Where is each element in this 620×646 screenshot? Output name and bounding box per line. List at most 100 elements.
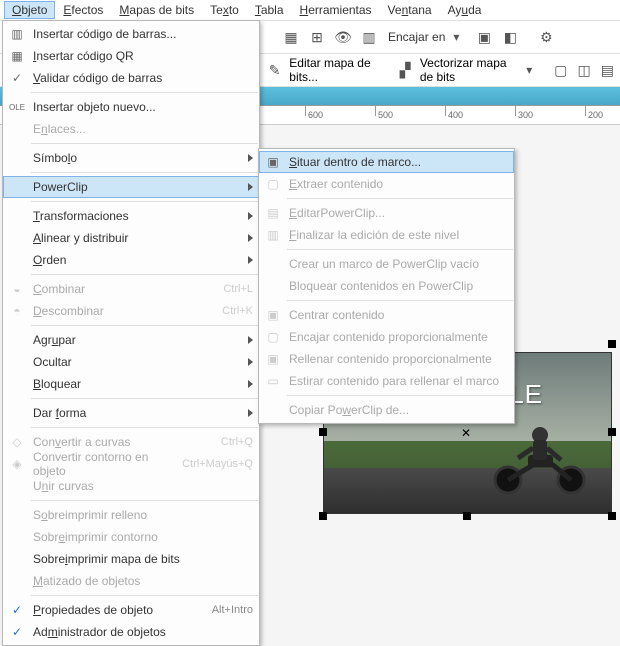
menu-ayuda[interactable]: Ayuda xyxy=(440,1,490,19)
menu-tabla[interactable]: Tabla xyxy=(247,1,292,19)
ole-icon: OLE xyxy=(7,98,27,116)
menuitem-group[interactable]: Agrupar xyxy=(3,329,259,351)
menu-objeto[interactable]: OObjetobjeto xyxy=(4,1,55,19)
submenu-fit-proportional: ▢ Encajar contenido proporcionalmente xyxy=(259,326,514,348)
menu-mapas[interactable]: Mapas de bits xyxy=(111,1,202,19)
outline-icon: ◈ xyxy=(7,455,27,473)
selection-handle[interactable] xyxy=(608,428,616,436)
fill-icon: ▣ xyxy=(263,350,283,368)
menuitem-hide[interactable]: Ocultar xyxy=(3,351,259,373)
stretch-icon: ▭ xyxy=(263,372,283,390)
objeto-dropdown: ▥ Insertar código de barras... ▦ Inserta… xyxy=(2,20,260,646)
submenu-copy-powerclip: Copiar PowerClip de... xyxy=(259,399,514,421)
check-icon: ✓ xyxy=(7,69,27,87)
chevron-right-icon xyxy=(248,380,253,388)
toolbox-icon[interactable]: ▦ xyxy=(280,26,302,48)
submenu-place-inside-frame[interactable]: ▣ Situar dentro de marco... xyxy=(259,151,514,173)
menuitem-lock[interactable]: Bloquear xyxy=(3,373,259,395)
menuitem-join-curves: Unir curvas xyxy=(3,475,259,497)
barcode-icon: ▥ xyxy=(7,25,27,43)
menuitem-symbol[interactable]: Símbolo xyxy=(3,147,259,169)
curves-icon: ◇ xyxy=(7,433,27,451)
trace-bitmap-icon[interactable]: ▞ xyxy=(397,59,414,81)
ruler-tick: 300 xyxy=(518,110,533,120)
combine-icon: ◒ xyxy=(7,280,27,298)
submenu-lock-contents: Bloquear contenidos en PowerClip xyxy=(259,275,514,297)
tool-b-icon[interactable]: ◧ xyxy=(499,26,521,48)
menu-ventana[interactable]: Ventana xyxy=(380,1,440,19)
menuitem-powerclip[interactable]: PowerClip xyxy=(3,176,259,198)
ruler-tick: 500 xyxy=(378,110,393,120)
submenu-create-empty-frame: Crear un marco de PowerClip vacío xyxy=(259,253,514,275)
menuitem-align-distribute[interactable]: Alinear y distribuir xyxy=(3,227,259,249)
menuitem-validate-barcode[interactable]: ✓ Validar código de barras xyxy=(3,67,259,89)
menu-efectos[interactable]: Efectos xyxy=(55,1,111,19)
fit-icon: ▢ xyxy=(263,328,283,346)
menuitem-transformations[interactable]: Transformaciones xyxy=(3,205,259,227)
menuitem-order[interactable]: Orden xyxy=(3,249,259,271)
break-icon: ◓ xyxy=(7,302,27,320)
chevron-right-icon xyxy=(248,256,253,264)
selection-handle[interactable] xyxy=(319,428,327,436)
tool-e-icon[interactable]: ▤ xyxy=(599,59,616,81)
tool-c-icon[interactable]: ▢ xyxy=(552,59,569,81)
center-icon: ▣ xyxy=(263,306,283,324)
menuitem-convert-outline: ◈ Convertir contorno en objeto Ctrl+Mayú… xyxy=(3,453,259,475)
menuitem-overprint-bitmap[interactable]: Sobreimprimir mapa de bits xyxy=(3,548,259,570)
tool-d-icon[interactable]: ◫ xyxy=(575,59,592,81)
ruler-tick: 600 xyxy=(308,110,323,120)
menuitem-object-hinting: Matizado de objetos xyxy=(3,570,259,592)
menuitem-insert-new-object[interactable]: OLE Insertar objeto nuevo... xyxy=(3,96,259,118)
submenu-center-contents: ▣ Centrar contenido xyxy=(259,304,514,326)
tool-a-icon[interactable]: ▣ xyxy=(473,26,495,48)
menuitem-combine: ◒ Combinar Ctrl+L xyxy=(3,278,259,300)
chevron-right-icon xyxy=(248,154,253,162)
submenu-edit-powerclip: ▤ EditarPowerClip... xyxy=(259,202,514,224)
chevron-right-icon xyxy=(248,183,253,191)
menubar: OObjetobjeto Efectos Mapas de bits Texto… xyxy=(0,0,620,21)
menuitem-overprint-fill: Sobreimprimir relleno xyxy=(3,504,259,526)
chevron-right-icon xyxy=(248,336,253,344)
ruler-tick: 400 xyxy=(448,110,463,120)
edit-frame-icon: ▤ xyxy=(263,204,283,222)
selection-handle[interactable] xyxy=(463,512,471,520)
selection-center-marker[interactable]: ✕ xyxy=(461,426,471,440)
edit-bitmap-button[interactable]: Editar mapa de bits... xyxy=(289,56,378,84)
snap-to-label[interactable]: Encajar en xyxy=(384,30,449,44)
menuitem-overprint-outline: Sobreimprimir contorno xyxy=(3,526,259,548)
extract-icon: ▢ xyxy=(263,175,283,193)
snap-icon[interactable]: ⊞ xyxy=(306,26,328,48)
finish-icon: ▥ xyxy=(263,226,283,244)
trace-bitmap-button[interactable]: Vectorizar mapa de bits xyxy=(420,56,518,84)
chevron-right-icon xyxy=(248,358,253,366)
menu-texto[interactable]: Texto xyxy=(202,1,247,19)
check-icon: ✓ xyxy=(7,623,27,641)
menuitem-insert-qr[interactable]: ▦ Insertar código QR xyxy=(3,45,259,67)
menuitem-break-apart: ◓ Descombinar Ctrl+K xyxy=(3,300,259,322)
selection-handle[interactable] xyxy=(319,512,327,520)
powerclip-submenu: ▣ Situar dentro de marco... ▢ Extraer co… xyxy=(258,148,515,424)
submenu-fill-proportional: ▣ Rellenar contenido proporcionalmente xyxy=(259,348,514,370)
submenu-stretch-fill: ▭ Estirar contenido para rellenar el mar… xyxy=(259,370,514,392)
menuitem-insert-barcode[interactable]: ▥ Insertar código de barras... xyxy=(3,23,259,45)
menuitem-shaping[interactable]: Dar forma xyxy=(3,402,259,424)
chevron-right-icon xyxy=(248,234,253,242)
ruler-tick: 200 xyxy=(588,110,603,120)
selection-handle[interactable] xyxy=(608,340,616,348)
edit-bitmap-icon[interactable]: ✎ xyxy=(266,59,283,81)
submenu-finish-editing: ▥ Finalizar la edición de este nivel xyxy=(259,224,514,246)
menu-herramientas[interactable]: Herramientas xyxy=(292,1,380,19)
check-icon: ✓ xyxy=(7,601,27,619)
menuitem-object-manager[interactable]: ✓ Administrador de objetos xyxy=(3,621,259,643)
chevron-right-icon xyxy=(248,212,253,220)
submenu-extract-contents: ▢ Extraer contenido xyxy=(259,173,514,195)
eye-icon[interactable]: 👁 xyxy=(332,26,354,48)
options-icon[interactable]: ⚙ xyxy=(535,26,557,48)
place-in-frame-icon: ▣ xyxy=(263,153,283,171)
menuitem-links: Enlaces... xyxy=(3,118,259,140)
grid-icon[interactable]: ▥ xyxy=(358,26,380,48)
qr-icon: ▦ xyxy=(7,47,27,65)
selection-handle[interactable] xyxy=(608,512,616,520)
menuitem-object-properties[interactable]: ✓ Propiedades de objeto Alt+Intro xyxy=(3,599,259,621)
chevron-right-icon xyxy=(248,409,253,417)
